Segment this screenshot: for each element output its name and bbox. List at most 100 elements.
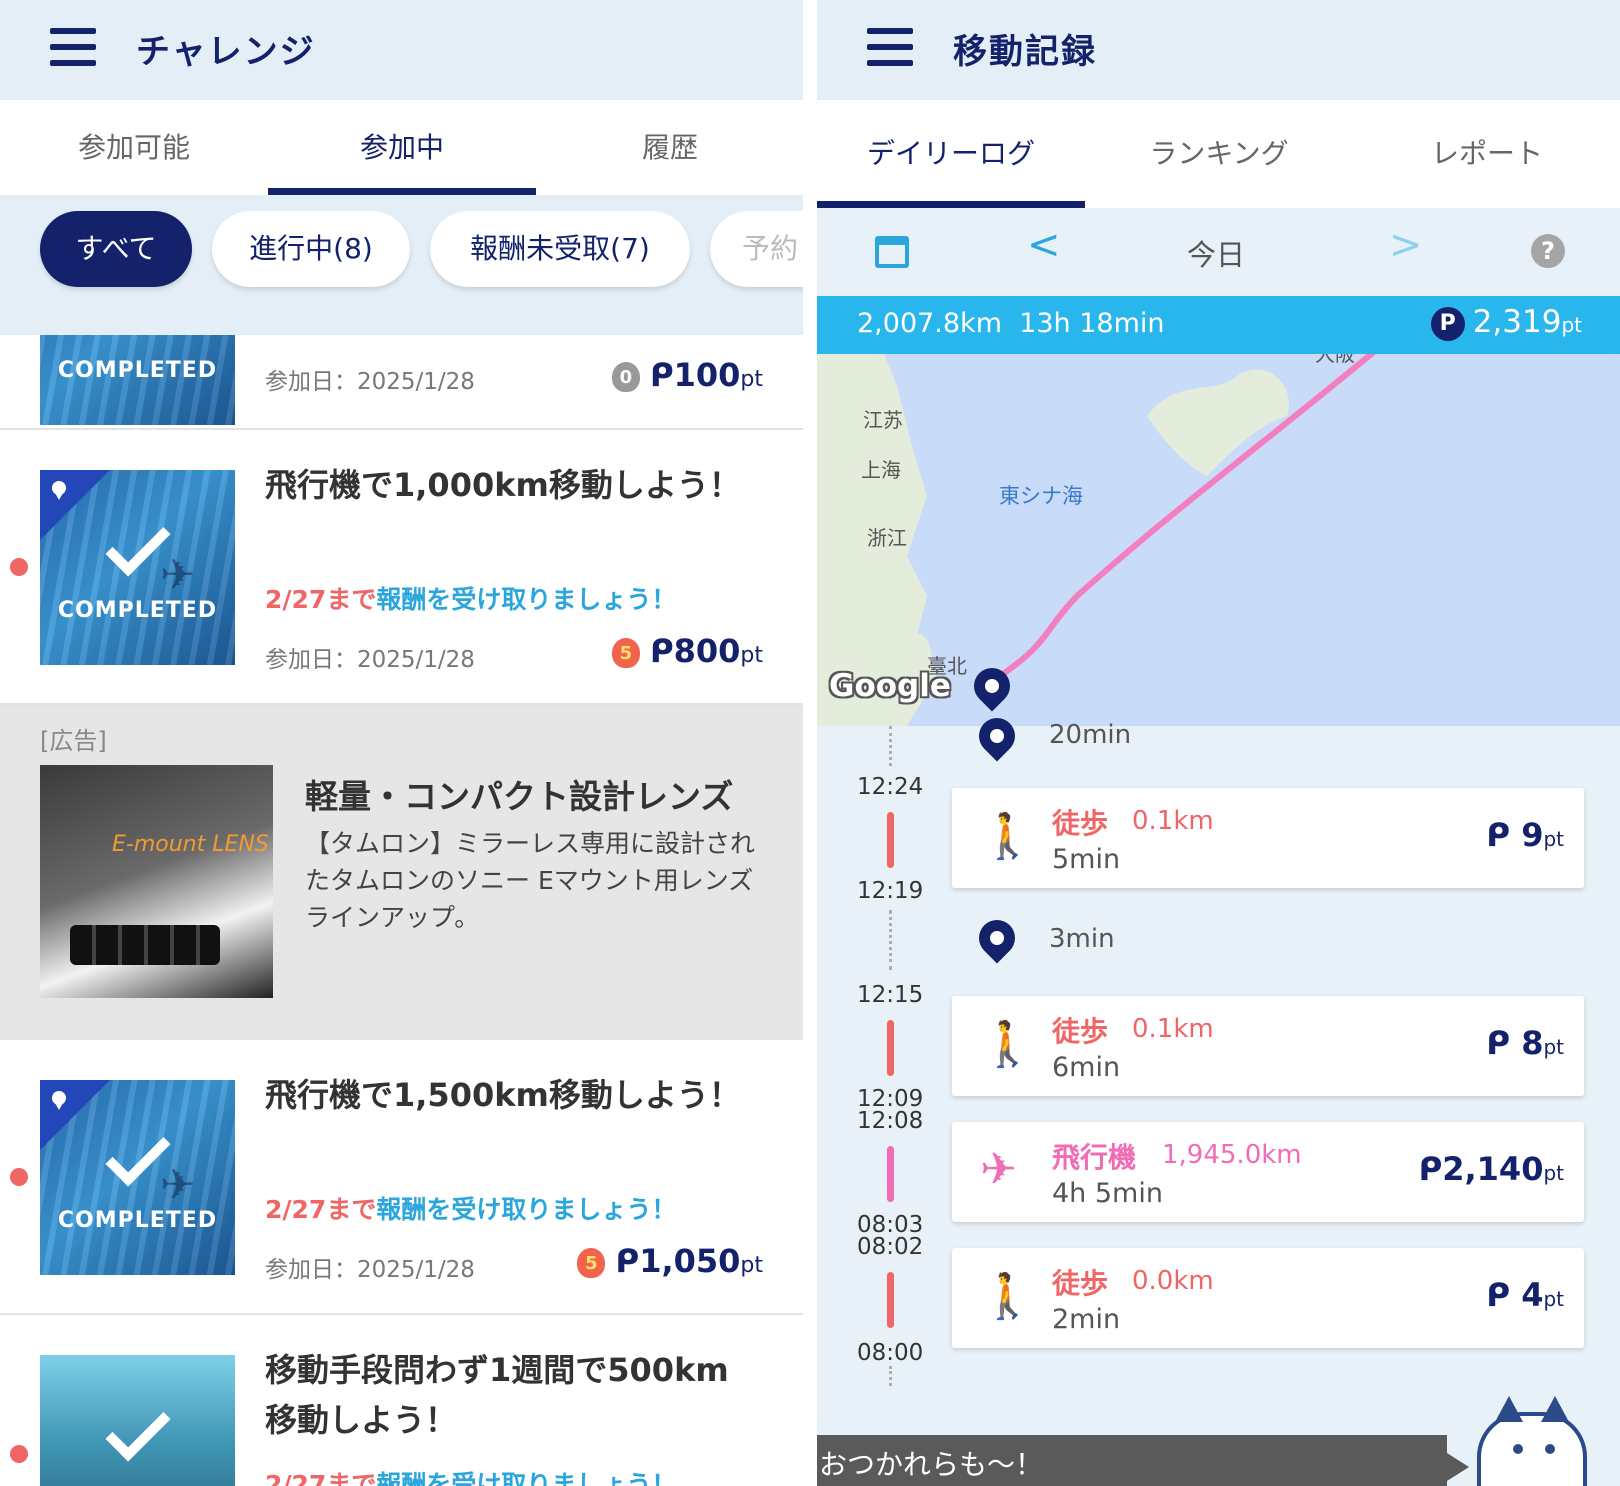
tab-available[interactable]: 参加可能	[0, 100, 268, 195]
filter-unclaimed[interactable]: 報酬未受取(7)	[430, 211, 690, 287]
points-symbol: ᑭ	[1486, 1024, 1511, 1062]
points-symbol: ᑭ	[649, 632, 674, 670]
filter-chips: すべて 進行中(8) 報酬未受取(7) 予約	[0, 195, 803, 335]
claim-reminder: 2/27まで報酬を受け取りましょう！	[265, 585, 677, 614]
time-label: 12:15	[857, 982, 924, 1008]
page-title: 移動記録	[953, 32, 1097, 72]
activity-timeline: 20min 12:24 🚶 徒歩 0.1km 5min ᑭ 9pt 12:19 …	[817, 710, 1620, 1486]
badge-icon	[52, 481, 66, 500]
menu-icon[interactable]	[50, 28, 96, 66]
activity-card-walk[interactable]: 🚶 徒歩 0.1km 6min ᑭ 8pt	[952, 996, 1584, 1096]
google-attribution: Google	[829, 668, 951, 704]
time-label: 12:08	[857, 1108, 924, 1134]
time-label: 08:02	[857, 1234, 924, 1260]
walk-icon: 🚶	[980, 1271, 1035, 1322]
streak-flame-icon: 5	[577, 1248, 606, 1278]
map-label-jiangsu: 江苏	[863, 408, 903, 432]
challenge-card[interactable]: 移動手段問わず1週間で500km移動しよう！ 2/27まで報酬を受け取りましょう…	[0, 1315, 803, 1486]
tab-history[interactable]: 履歴	[536, 100, 803, 195]
movement-log-screen: 移動記録 デイリーログ ランキング レポート < 今日 > ? 大阪 江苏 上海…	[817, 0, 1620, 1486]
menu-icon[interactable]	[867, 28, 913, 66]
points-symbol: ᑭ	[1418, 1150, 1443, 1188]
unread-dot	[10, 1168, 28, 1186]
check-icon	[105, 1396, 171, 1462]
points-badge-icon: P	[1430, 307, 1465, 341]
stay-duration: 3min	[1049, 924, 1115, 954]
tab-joined[interactable]: 参加中	[268, 100, 536, 195]
completed-thumbnail: ✈ COMPLETED	[40, 1080, 235, 1275]
route-map[interactable]: 大阪 江苏 上海 東シナ海 浙江 臺北 Google 2,007.8km 13h…	[817, 296, 1620, 726]
streak-flame-icon: 0	[611, 362, 640, 392]
ad-description: 【タムロン】ミラーレス専用に設計されたタムロンのソニー Eマウント用レンズライン…	[305, 829, 756, 932]
walk-icon: 🚶	[980, 811, 1035, 862]
prev-day-button[interactable]: <	[1027, 222, 1061, 268]
completed-thumbnail	[40, 1355, 235, 1486]
log-tabs: デイリーログ ランキング レポート	[817, 100, 1620, 208]
total-points: P 2,319pt	[1430, 304, 1582, 341]
points-symbol: ᑭ	[1486, 816, 1511, 854]
mascot-speech-banner: おつかれらも〜！	[817, 1435, 1469, 1486]
time-label: 08:03	[857, 1212, 924, 1238]
stay-duration: 20min	[1049, 720, 1132, 750]
calendar-icon[interactable]	[875, 236, 909, 268]
badge-icon	[52, 1091, 66, 1110]
challenge-header: チャレンジ	[0, 0, 803, 100]
date-navigator: < 今日 > ?	[817, 208, 1620, 296]
map-label-east-china-sea: 東シナ海	[999, 484, 1083, 508]
activity-points: ᑭ 9pt	[1486, 816, 1564, 854]
filter-reserved[interactable]: 予約	[710, 211, 803, 287]
tab-ranking[interactable]: ランキング	[1085, 100, 1353, 208]
tab-report[interactable]: レポート	[1353, 100, 1620, 208]
map-label-shanghai: 上海	[861, 458, 901, 482]
ad-image: E-mount LENS	[40, 765, 273, 998]
challenge-title: 移動手段問わず1週間で500km移動しよう！	[265, 1351, 729, 1439]
help-icon[interactable]: ?	[1531, 234, 1565, 268]
unread-dot	[10, 558, 28, 576]
challenge-screen: チャレンジ 参加可能 参加中 履歴 COMPLETED 参加日：2025/1/2…	[0, 0, 803, 1486]
stay-pin-icon	[971, 912, 1023, 964]
activity-card-flight[interactable]: ✈ 飛行機 1,945.0km 4h 5min ᑭ2,140pt	[952, 1122, 1584, 1222]
reward-points: 0 ᑭ100pt	[611, 356, 763, 394]
time-label: 12:19	[857, 878, 924, 904]
challenge-card[interactable]: ✈ COMPLETED 飛行機で1,500km移動しよう！ 2/27まで報酬を受…	[0, 1040, 803, 1315]
next-day-button[interactable]: >	[1389, 222, 1423, 268]
unread-dot	[10, 1445, 28, 1463]
current-date-label: 今日	[1187, 238, 1246, 272]
log-header: 移動記録	[817, 0, 1620, 100]
joined-date: 参加日：2025/1/28	[265, 1257, 475, 1283]
airplane-icon: ✈	[160, 1160, 196, 1209]
points-symbol: ᑭ	[649, 356, 674, 394]
total-distance-duration: 2,007.8km 13h 18min	[857, 308, 1165, 339]
joined-date: 参加日：2025/1/28	[265, 369, 475, 395]
airplane-icon: ✈	[980, 1144, 1017, 1195]
points-symbol: ᑭ	[615, 1242, 640, 1280]
time-label: 12:09	[857, 1086, 924, 1112]
reward-points: 5 ᑭ800pt	[611, 632, 763, 670]
ad-banner[interactable]: [広告] E-mount LENS 軽量・コンパクト設計レンズ 【タムロン】ミラ…	[0, 705, 803, 1040]
challenge-tabs: 参加可能 参加中 履歴	[0, 100, 803, 195]
ad-title: 軽量・コンパクト設計レンズ	[305, 777, 734, 816]
joined-date: 参加日：2025/1/28	[265, 647, 475, 673]
mascot-icon[interactable]	[1477, 1396, 1587, 1486]
time-label: 12:24	[857, 774, 924, 800]
panel-divider	[803, 0, 817, 1486]
activity-card-walk[interactable]: 🚶 徒歩 0.1km 5min ᑭ 9pt	[952, 788, 1584, 888]
activity-points: ᑭ 4pt	[1486, 1276, 1564, 1314]
activity-card-walk[interactable]: 🚶 徒歩 0.0km 2min ᑭ 4pt	[952, 1248, 1584, 1348]
filter-in-progress[interactable]: 進行中(8)	[212, 211, 410, 287]
activity-points: ᑭ 8pt	[1486, 1024, 1564, 1062]
page-title: チャレンジ	[136, 32, 316, 72]
reward-points: 5 ᑭ1,050pt	[577, 1242, 763, 1280]
streak-flame-icon: 5	[611, 638, 640, 668]
map-label-zhejiang: 浙江	[867, 526, 907, 550]
challenge-card[interactable]: ✈ COMPLETED 飛行機で1,000km移動しよう！ 2/27まで報酬を受…	[0, 430, 803, 705]
filter-all[interactable]: すべて	[40, 211, 192, 287]
activity-points: ᑭ2,140pt	[1418, 1150, 1564, 1188]
tab-daily-log[interactable]: デイリーログ	[817, 100, 1085, 208]
walk-icon: 🚶	[980, 1019, 1035, 1070]
claim-reminder: 2/27まで報酬を受け取りましょう！	[265, 1470, 677, 1486]
airplane-icon: ✈	[160, 550, 196, 599]
daily-summary-bar: 2,007.8km 13h 18min P 2,319pt	[817, 296, 1620, 354]
challenge-title: 飛行機で1,500km移動しよう！	[265, 1076, 741, 1114]
ad-label: [広告]	[40, 727, 107, 755]
